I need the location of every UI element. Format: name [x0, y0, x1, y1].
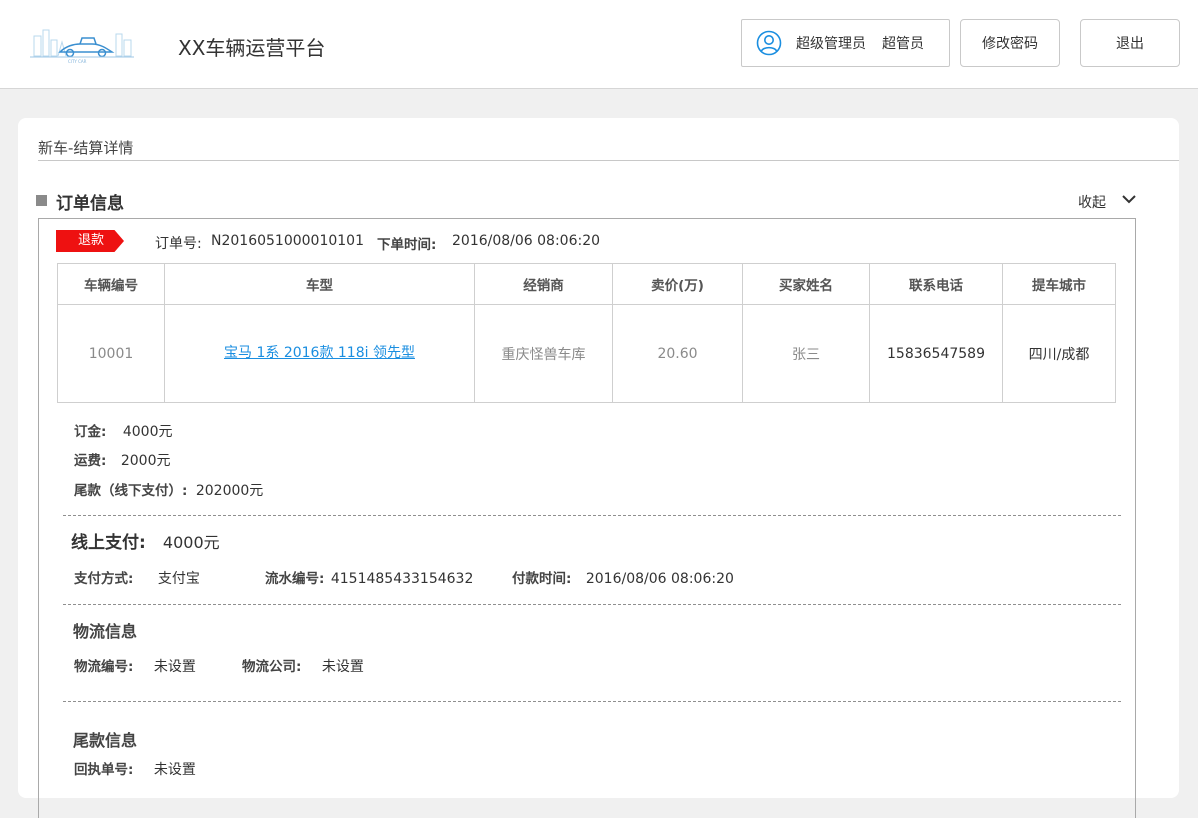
top-header: CITY CAR XX车辆运营平台 超级管理员 超管员 修改密码 退出 [0, 0, 1198, 89]
chevron-down-icon[interactable] [1122, 194, 1136, 204]
col-model: 车型 [164, 263, 475, 305]
order-time-label: 下单时间: [377, 237, 437, 253]
cell-vehicle-no: 10001 [57, 304, 165, 403]
balance-row: 尾款（线下支付）: 202000元 [74, 479, 263, 500]
receipt-value: 未设置 [153, 762, 196, 778]
order-time: 2016/08/06 08:06:20 [452, 233, 601, 249]
logistics-no-row: 物流编号: 未设置 [74, 655, 196, 676]
logout-button[interactable]: 退出 [1080, 19, 1180, 67]
cell-dealer: 重庆怪兽车库 [474, 304, 613, 403]
collapse-toggle[interactable]: 收起 [1078, 192, 1106, 212]
detail-card: 新车-结算详情 订单信息 收起 退款 订单号: N201605100001010… [18, 118, 1179, 818]
deposit-label: 订金: [74, 424, 107, 440]
cell-buyer: 张三 [742, 304, 870, 403]
pay-method-label: 支付方式: [74, 571, 134, 587]
col-city: 提车城市 [1002, 263, 1116, 305]
divider [63, 701, 1121, 702]
logistics-title: 物流信息 [73, 622, 138, 641]
order-panel: 退款 订单号: N2016051000010101 下单时间: 2016/08/… [38, 218, 1136, 818]
cell-city: 四川/成都 [1002, 304, 1116, 403]
user-info-box[interactable]: 超级管理员 超管员 [741, 19, 950, 67]
balance-label: 尾款（线下支付）: [74, 483, 188, 499]
cell-phone: 15836547589 [869, 304, 1003, 403]
cell-model: 宝马 1系 2016款 118i 领先型 [164, 304, 475, 403]
order-section-title: 订单信息 [56, 194, 124, 214]
col-phone: 联系电话 [869, 263, 1003, 305]
breadcrumb-divider [38, 160, 1179, 161]
logistics-company-row: 物流公司: 未设置 [242, 655, 364, 676]
freight-value: 2000元 [120, 453, 171, 469]
logistics-company-value: 未设置 [321, 659, 364, 675]
user-role: 超级管理员 [796, 36, 866, 52]
balance-value: 202000元 [195, 483, 264, 499]
receipt-row: 回执单号: 未设置 [74, 758, 196, 779]
change-password-button[interactable]: 修改密码 [960, 19, 1060, 67]
pay-method-value: 支付宝 [157, 571, 200, 587]
divider [63, 515, 1121, 516]
col-vehicle-no: 车辆编号 [57, 263, 165, 305]
pay-time-value: 2016/08/06 08:06:20 [585, 571, 734, 587]
online-payment-label: 线上支付: [71, 533, 146, 553]
online-payment-row: 线上支付: 4000元 [71, 528, 220, 553]
car-city-logo-icon: CITY CAR [30, 29, 134, 64]
serial-row: 流水编号: 4151485433154632 [265, 567, 473, 587]
balance-info-title: 尾款信息 [73, 731, 138, 750]
serial-value: 4151485433154632 [330, 571, 474, 587]
logistics-no-label: 物流编号: [74, 659, 134, 675]
vehicle-table: 车辆编号 车型 经销商 卖价(万) 买家姓名 联系电话 提车城市 10001 宝… [57, 263, 1116, 403]
deposit-value: 4000元 [122, 424, 173, 440]
table-row: 10001 宝马 1系 2016款 118i 领先型 重庆怪兽车库 20.60 … [57, 304, 1116, 403]
pay-time-label: 付款时间: [512, 571, 572, 587]
col-price: 卖价(万) [612, 263, 743, 305]
logistics-company-label: 物流公司: [242, 659, 302, 675]
pay-time-row: 付款时间: 2016/08/06 08:06:20 [512, 567, 734, 587]
user-avatar-icon [756, 30, 782, 56]
breadcrumb: 新车-结算详情 [38, 139, 134, 157]
serial-label: 流水编号: [265, 571, 325, 587]
pay-method-row: 支付方式: 支付宝 [74, 567, 200, 588]
receipt-label: 回执单号: [74, 762, 134, 778]
freight-row: 运费: 2000元 [74, 449, 171, 470]
section-marker-icon [36, 195, 47, 206]
freight-label: 运费: [74, 453, 107, 469]
divider [63, 604, 1121, 605]
status-badge: 退款 [56, 230, 124, 252]
online-payment-amount: 4000元 [162, 533, 220, 552]
cell-price: 20.60 [612, 304, 743, 403]
deposit-row: 订金: 4000元 [74, 420, 173, 441]
vehicle-model-link[interactable]: 宝马 1系 2016款 118i 领先型 [224, 345, 415, 361]
user-name: 超管员 [882, 36, 924, 52]
order-no-label: 订单号: [155, 236, 202, 252]
order-no: N2016051000010101 [211, 233, 364, 249]
app-title: XX车辆运营平台 [178, 36, 326, 60]
table-header-row: 车辆编号 车型 经销商 卖价(万) 买家姓名 联系电话 提车城市 [57, 263, 1116, 305]
logistics-no-value: 未设置 [153, 659, 196, 675]
col-buyer: 买家姓名 [742, 263, 870, 305]
svg-text:CITY CAR: CITY CAR [68, 59, 87, 64]
col-dealer: 经销商 [474, 263, 613, 305]
